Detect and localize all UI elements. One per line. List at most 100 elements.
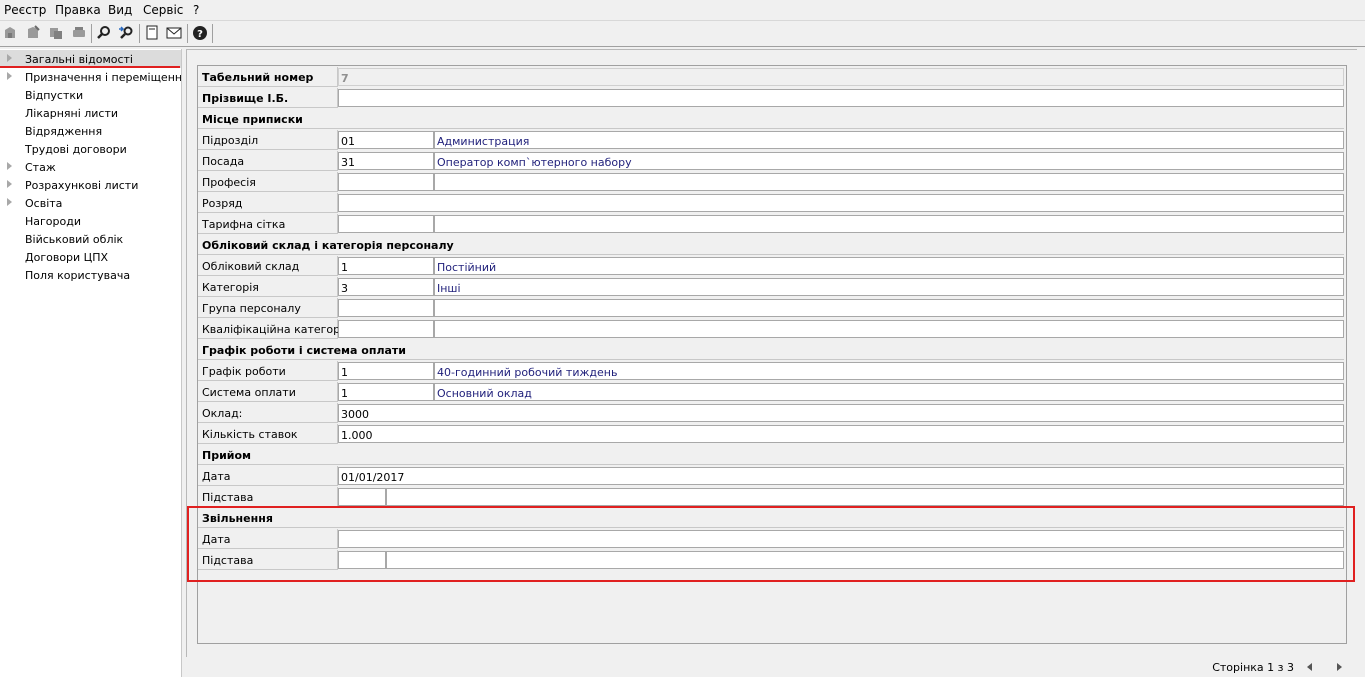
schedule-code-field[interactable]: 1: [338, 362, 434, 380]
search-next-icon[interactable]: [117, 24, 134, 41]
tariff-name-field[interactable]: [434, 215, 1344, 233]
sidebar-item-label: Договори ЦПХ: [25, 251, 109, 264]
staff-name-field[interactable]: Постійний: [434, 257, 1344, 275]
svg-text:?: ?: [197, 29, 203, 40]
mail-icon[interactable]: [165, 24, 182, 41]
dismiss-date-field[interactable]: [338, 530, 1344, 548]
group-name-field[interactable]: [434, 299, 1344, 317]
schedule-name-field[interactable]: 40-годинний робочий тиждень: [434, 362, 1344, 380]
sidebar-item-education[interactable]: Освіта: [0, 194, 181, 212]
sidebar-item-business-trips[interactable]: Відрядження: [0, 122, 181, 140]
tab-number-field: 7: [338, 68, 1344, 86]
sidebar-item-seniority[interactable]: Стаж: [0, 158, 181, 176]
rates-field[interactable]: 1.000: [338, 425, 1344, 443]
field-label: Обліковий склад: [198, 256, 338, 276]
position-name-field[interactable]: Оператор комп`ютерного набору: [434, 152, 1344, 170]
category-name-field[interactable]: Інші: [434, 278, 1344, 296]
sidebar-item-label: Поля користувача: [25, 269, 131, 282]
section-header: Прийом: [198, 445, 1344, 465]
group-code-field[interactable]: [338, 299, 434, 317]
sidebar-item-label: Відрядження: [25, 125, 103, 138]
hire-basis-name-field[interactable]: [386, 488, 1344, 506]
field-label: Розряд: [198, 193, 338, 213]
field-label: Кваліфікаційна категорія: [198, 319, 350, 339]
sidebar-item-label: Стаж: [25, 161, 56, 174]
sidebar-item-label: Трудові договори: [25, 143, 127, 156]
field-label: Прізвище І.Б.: [198, 88, 338, 108]
department-name-field[interactable]: Администрация: [434, 131, 1344, 149]
field-label: Кількість ставок: [198, 424, 338, 444]
section-header: Звільнення: [198, 508, 1344, 528]
menu-service[interactable]: Сервіс: [143, 3, 183, 17]
help-icon[interactable]: ?: [191, 24, 208, 41]
delete-record-icon[interactable]: [70, 24, 87, 41]
selection-underline: [0, 66, 180, 68]
field-label: Табельний номер: [198, 67, 338, 87]
menu-edit[interactable]: Правка: [55, 3, 101, 17]
sidebar-item-label: Відпустки: [25, 89, 84, 102]
salary-field[interactable]: 3000: [338, 404, 1344, 422]
copy-record-icon[interactable]: [47, 24, 64, 41]
sidebar-item-vacations[interactable]: Відпустки: [0, 86, 181, 104]
menu-help[interactable]: ?: [193, 3, 199, 17]
vertical-scrollbar[interactable]: [1357, 49, 1365, 657]
field-label: Підстава: [198, 487, 338, 507]
hire-date-field[interactable]: 01/01/2017: [338, 467, 1344, 485]
sidebar-item-contracts[interactable]: Трудові договори: [0, 140, 181, 158]
field-label: Оклад:: [198, 403, 338, 423]
prev-page-icon[interactable]: [1307, 663, 1312, 671]
field-label: Дата: [198, 529, 338, 549]
qualification-name-field[interactable]: [434, 320, 1344, 338]
pay-system-code-field[interactable]: 1: [338, 383, 434, 401]
sidebar-item-sick-leaves[interactable]: Лікарняні листи: [0, 104, 181, 122]
search-icon[interactable]: [95, 24, 112, 41]
hire-basis-code-field[interactable]: [338, 488, 386, 506]
sidebar-item-label: Нагороди: [25, 215, 81, 228]
name-field[interactable]: [338, 89, 1344, 107]
profession-name-field[interactable]: [434, 173, 1344, 191]
profession-code-field[interactable]: [338, 173, 434, 191]
edit-record-icon[interactable]: [24, 24, 41, 41]
sidebar-item-military[interactable]: Військовий облік: [0, 230, 181, 248]
sidebar-item-label: Загальні відомості: [25, 53, 133, 66]
menu-view[interactable]: Вид: [108, 3, 132, 17]
sidebar-item-awards[interactable]: Нагороди: [0, 212, 181, 230]
expand-arrow-icon[interactable]: [7, 72, 12, 80]
next-page-icon[interactable]: [1337, 663, 1342, 671]
sidebar: Загальні відомості Призначення і переміщ…: [0, 49, 189, 677]
department-code-field[interactable]: 01: [338, 131, 434, 149]
expand-arrow-icon[interactable]: [7, 198, 12, 206]
position-code-field[interactable]: 31: [338, 152, 434, 170]
sidebar-item-assignments[interactable]: Призначення і переміщення: [0, 68, 189, 86]
sidebar-item-label: Військовий облік: [25, 233, 124, 246]
category-code-field[interactable]: 3: [338, 278, 434, 296]
tariff-code-field[interactable]: [338, 215, 434, 233]
menu-bar: Реєстр Правка Вид Сервіс ?: [0, 0, 1365, 19]
sidebar-item-user-fields[interactable]: Поля користувача: [0, 266, 181, 284]
pay-system-name-field[interactable]: Основний оклад: [434, 383, 1344, 401]
grade-field[interactable]: [338, 194, 1344, 212]
field-label: Графік роботи: [198, 361, 338, 381]
field-label: Підстава: [198, 550, 338, 570]
sidebar-item-civil-contracts[interactable]: Договори ЦПХ: [0, 248, 181, 266]
field-label: Група персоналу: [198, 298, 338, 318]
expand-arrow-icon[interactable]: [7, 54, 12, 62]
expand-arrow-icon[interactable]: [7, 180, 12, 188]
qualification-code-field[interactable]: [338, 320, 434, 338]
status-bar: Сторінка 1 з 3: [186, 657, 1365, 677]
sidebar-item-payslips[interactable]: Розрахункові листи: [0, 176, 181, 194]
section-header: Обліковий склад і категорія персоналу: [198, 235, 1344, 255]
dismiss-basis-code-field[interactable]: [338, 551, 386, 569]
dismiss-basis-name-field[interactable]: [386, 551, 1344, 569]
field-label: Посада: [198, 151, 338, 171]
document-icon[interactable]: [143, 24, 160, 41]
field-label: Система оплати: [198, 382, 338, 402]
sidebar-item-label: Розрахункові листи: [25, 179, 139, 192]
section-header: Графік роботи і система оплати: [198, 340, 1344, 360]
staff-code-field[interactable]: 1: [338, 257, 434, 275]
field-label: Дата: [198, 466, 338, 486]
menu-registry[interactable]: Реєстр: [4, 3, 46, 17]
expand-arrow-icon[interactable]: [7, 162, 12, 170]
field-label: Підрозділ: [198, 130, 338, 150]
add-record-icon[interactable]: [2, 24, 19, 41]
